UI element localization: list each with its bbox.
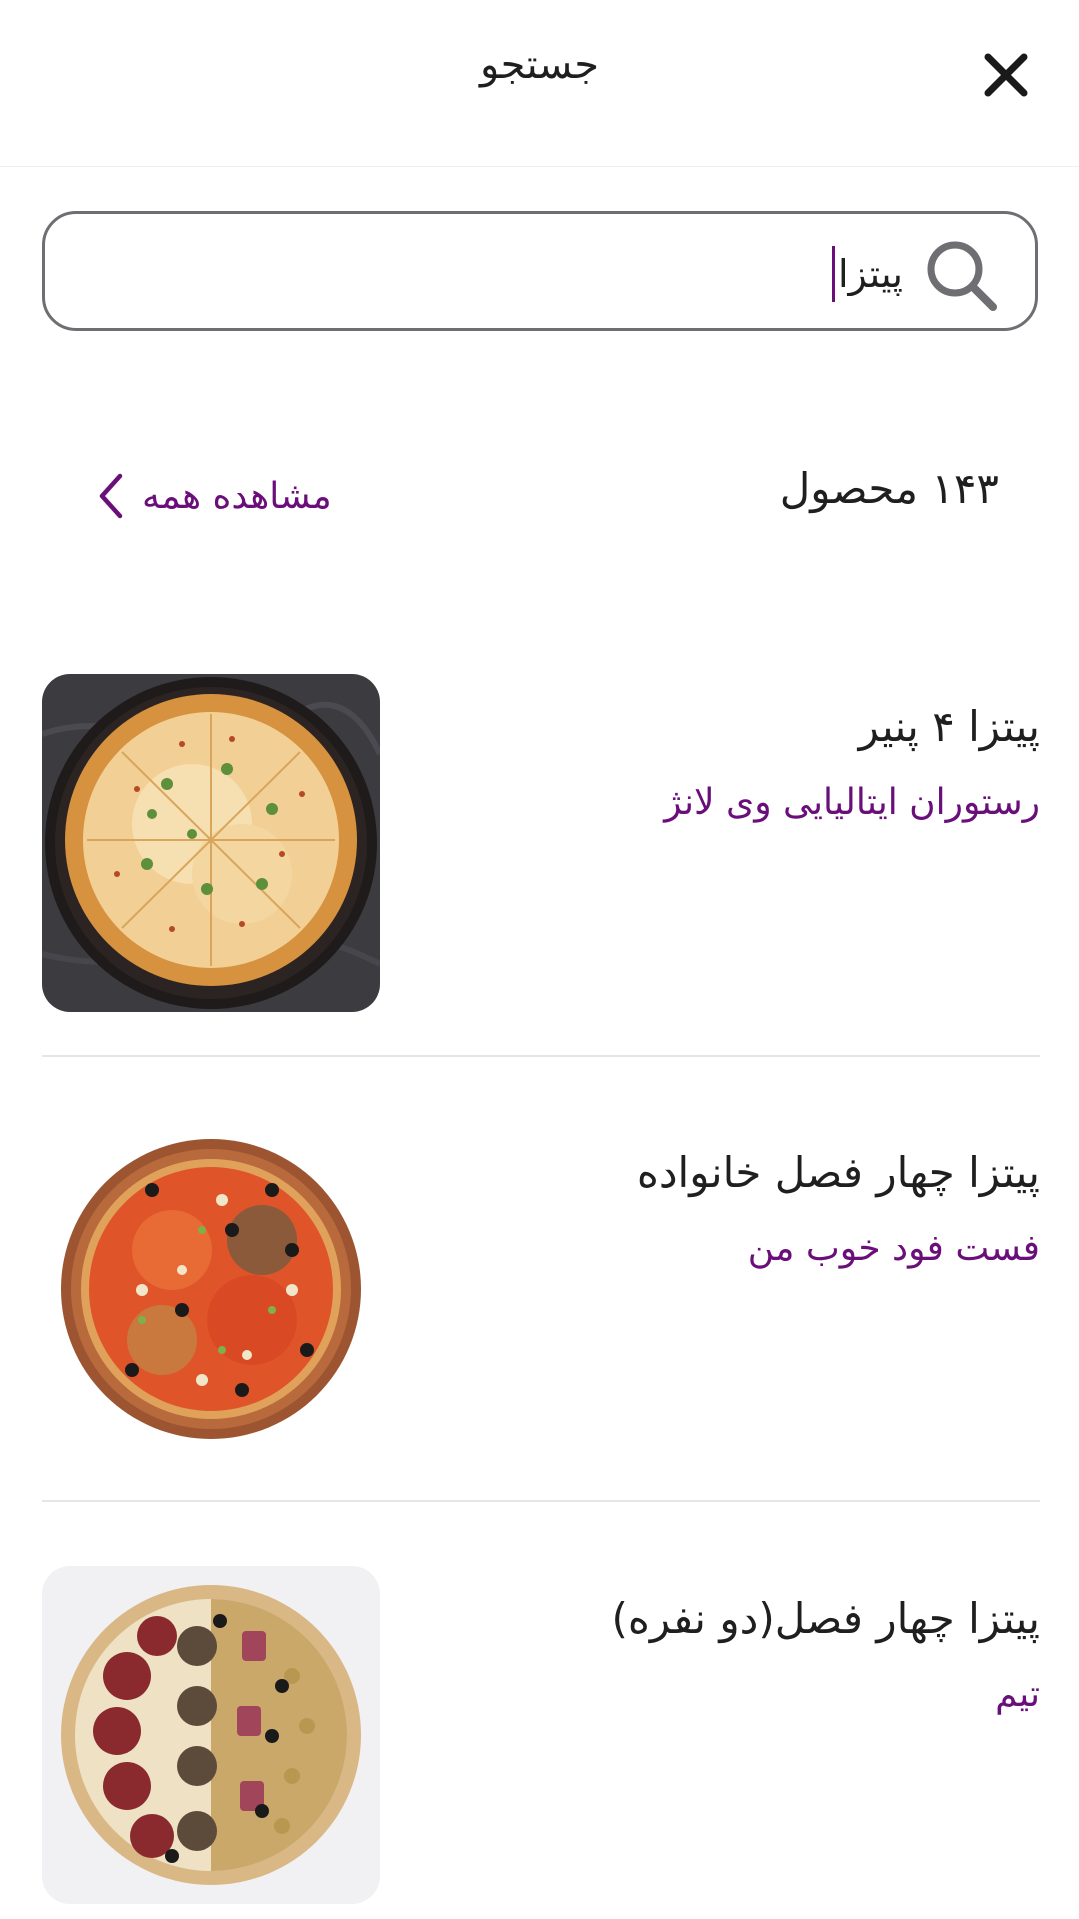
divider (42, 1500, 1040, 1502)
page-title: جستجو (480, 42, 599, 88)
product-item[interactable]: پیتزا ۴ پنیر رستوران ایتالیایی وی لانژ (42, 674, 1040, 1014)
product-name: پیتزا چهار فصل(دو نفره) (611, 1594, 1040, 1643)
search-input[interactable] (101, 238, 905, 310)
chevron-left-icon (99, 473, 123, 519)
product-name: پیتزا چهار فصل خانواده (636, 1148, 1040, 1197)
results-count: ۱۴۳ محصول (779, 464, 999, 513)
close-button[interactable] (980, 49, 1032, 101)
text-cursor (832, 246, 835, 302)
search-box[interactable] (42, 211, 1038, 331)
divider (42, 1055, 1040, 1057)
product-item[interactable]: پیتزا چهار فصل خانواده فست فود خوب من (42, 1120, 1040, 1460)
product-item[interactable]: پیتزا چهار فصل(دو نفره) تیم (42, 1566, 1040, 1906)
product-image[interactable] (42, 1566, 380, 1904)
search-icon (927, 241, 997, 311)
product-name: پیتزا ۴ پنیر (858, 702, 1040, 751)
product-store: رستوران ایتالیایی وی لانژ (664, 782, 1040, 823)
product-image[interactable] (42, 674, 380, 1012)
top-bar: جستجو (0, 0, 1079, 167)
product-store: فست فود خوب من (747, 1228, 1040, 1269)
close-icon (984, 53, 1028, 97)
view-all-label: مشاهده همه (142, 475, 332, 517)
product-store: تیم (995, 1674, 1040, 1715)
product-image[interactable] (42, 1120, 380, 1458)
view-all-link[interactable]: مشاهده همه (96, 466, 332, 526)
